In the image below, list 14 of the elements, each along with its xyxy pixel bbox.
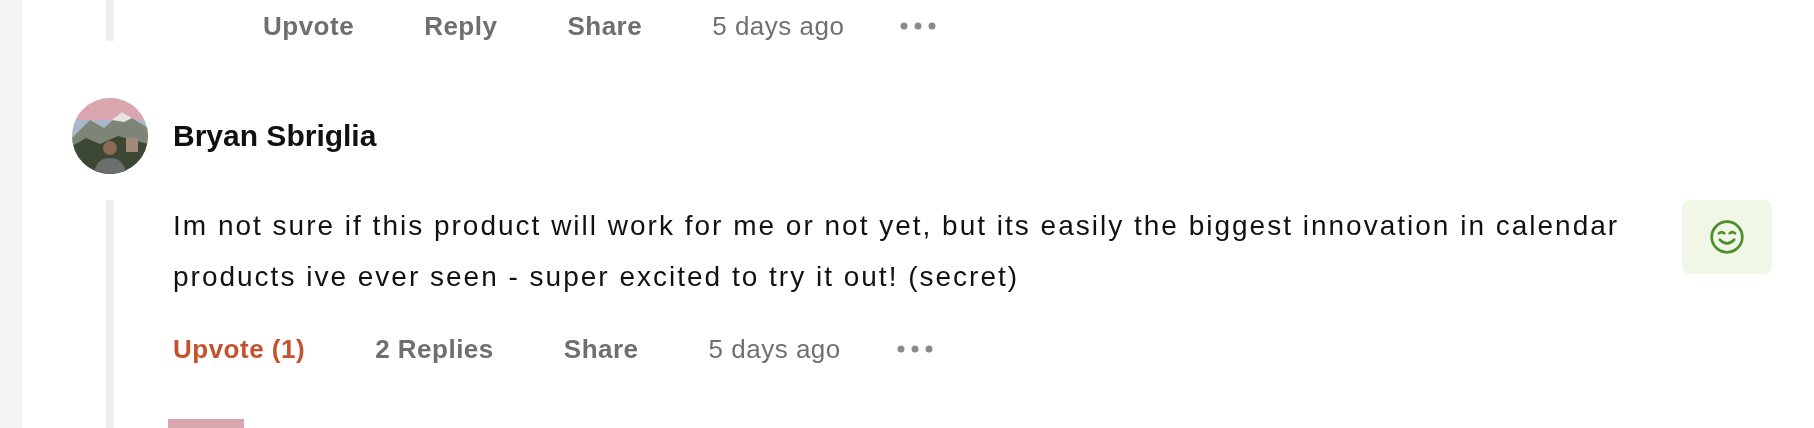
share-button[interactable]: Share	[563, 334, 639, 364]
reply-button[interactable]: 2 Replies	[375, 334, 494, 364]
smiley-icon	[1709, 219, 1745, 255]
upvote-button[interactable]: Upvote (1)	[173, 334, 306, 364]
more-button[interactable]	[900, 22, 937, 30]
reply-button[interactable]: Reply	[424, 11, 498, 41]
share-button[interactable]: Share	[567, 11, 643, 41]
more-button[interactable]	[896, 345, 933, 353]
author-name: Bryan Sbriglia	[173, 119, 377, 153]
reaction-button[interactable]	[1682, 200, 1772, 274]
upvote-button[interactable]: Upvote	[263, 11, 355, 41]
timestamp: 5 days ago	[712, 11, 845, 41]
comment-text: Im not sure if this product will work for me or not yet, but its easily the biggest innovation in calendar products ive ever seen - super excited to try it out! (secret)	[173, 209, 1621, 294]
timestamp: 5 days ago	[708, 334, 841, 364]
